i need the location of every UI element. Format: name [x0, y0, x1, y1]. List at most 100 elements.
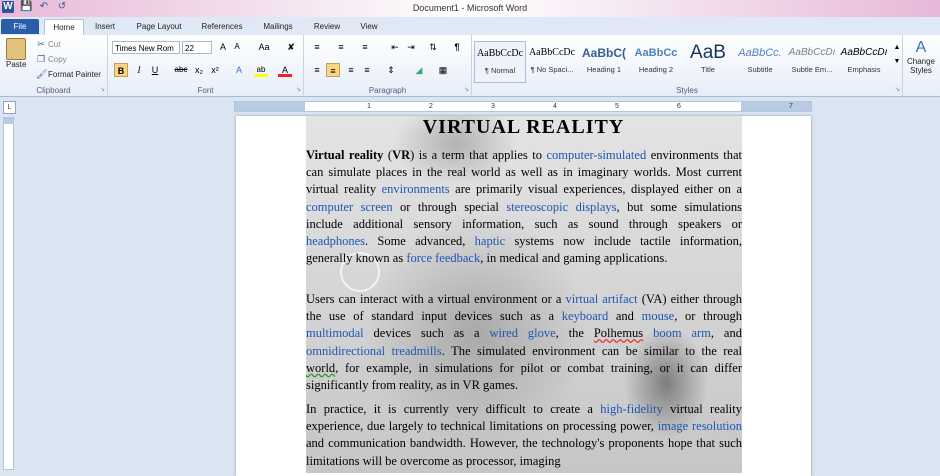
italic-button[interactable]: I: [132, 63, 146, 77]
align-right-icon[interactable]: ≡: [344, 63, 358, 77]
tab-selector[interactable]: L: [3, 101, 16, 114]
paste-label: Paste: [6, 60, 27, 69]
paragraph-launcher-icon[interactable]: ↘: [464, 86, 469, 93]
clipboard-group: Paste ✂ Cut ❐ Copy 🖌 Format Painter Clipboa…: [0, 35, 108, 96]
text-run: or through special: [392, 199, 507, 214]
text-run: devices such as a: [363, 326, 490, 341]
horizontal-ruler[interactable]: 1 2 3 4 5 6 7: [234, 101, 812, 112]
format-painter-label: Format Painter: [48, 69, 101, 79]
text-effects-button[interactable]: A: [232, 63, 246, 77]
paste-icon: [6, 38, 27, 60]
scroll-down-icon[interactable]: ▼: [890, 55, 904, 69]
align-center-icon[interactable]: ≡: [326, 63, 340, 77]
underline-button[interactable]: U: [148, 63, 162, 77]
show-marks-icon[interactable]: ¶: [450, 40, 464, 54]
style-name: Heading 2: [638, 65, 674, 74]
numbering-icon[interactable]: ≡: [334, 40, 348, 54]
hyperlink[interactable]: virtual artifact: [566, 292, 638, 306]
styles-group-label: Styles: [676, 86, 698, 95]
font-group: Times New Rom 22 A A Aa ✘ B I U abc x₂ x…: [108, 35, 304, 96]
justify-icon[interactable]: ≡: [360, 63, 374, 77]
hyperlink[interactable]: force feedback: [406, 251, 480, 265]
style-no-spacing[interactable]: AaBbCcDc ¶ No Spaci...: [526, 41, 578, 83]
bold-button[interactable]: B: [114, 63, 128, 77]
paste-button[interactable]: Paste: [6, 38, 26, 69]
top-margin-shade: [4, 118, 13, 124]
tab-file[interactable]: File: [1, 19, 39, 34]
grammar-flag[interactable]: world: [306, 361, 335, 375]
hyperlink[interactable]: stereoscopic displays: [506, 200, 616, 214]
hyperlink[interactable]: mouse: [642, 309, 675, 323]
styles-launcher-icon[interactable]: ↘: [895, 86, 900, 93]
hyperlink[interactable]: environments: [382, 182, 450, 196]
hyperlink[interactable]: computer-simulated: [546, 148, 646, 162]
style-emphasis[interactable]: AaBbCcDı Emphasis: [838, 41, 890, 83]
hyperlink[interactable]: computer screen: [306, 200, 393, 214]
decrease-indent-icon[interactable]: ⇤: [388, 40, 402, 54]
hyperlink[interactable]: high-fidelity: [600, 402, 663, 416]
text-run: , the: [555, 326, 594, 341]
document-page[interactable]: VIRTUAL REALITY Virtual reality (VR) is …: [236, 116, 811, 476]
tab-view[interactable]: View: [354, 19, 384, 34]
bullets-icon[interactable]: ≡: [310, 40, 324, 54]
change-styles-icon: A: [915, 39, 927, 56]
style-heading-1[interactable]: AaBbC( Heading 1: [578, 41, 630, 83]
tab-mailings[interactable]: Mailings: [255, 19, 301, 34]
font-size-combo[interactable]: 22: [182, 41, 212, 54]
shading-icon[interactable]: ◢: [412, 63, 426, 77]
hyperlink[interactable]: wired glove: [490, 326, 556, 340]
text-run: Users can interact with a virtual enviro…: [306, 292, 566, 306]
highlight-button[interactable]: ab: [254, 63, 268, 77]
borders-icon[interactable]: ▦: [436, 63, 450, 77]
window-title: Document1 - Microsoft Word: [412, 3, 528, 13]
shrink-font-button[interactable]: A: [230, 40, 244, 54]
change-case-button[interactable]: Aa: [254, 40, 274, 54]
hyperlink[interactable]: haptic: [475, 234, 506, 248]
format-painter-button[interactable]: 🖌 Format Painter: [36, 69, 101, 79]
superscript-button[interactable]: x²: [208, 63, 222, 77]
tab-review[interactable]: Review: [308, 19, 346, 34]
hyperlink[interactable]: image resolution: [658, 419, 742, 433]
cut-button[interactable]: ✂ Cut: [36, 39, 60, 49]
styles-group: AaBbCcDc ¶ Normal AaBbCcDc ¶ No Spaci...…: [472, 35, 903, 96]
subscript-button[interactable]: x₂: [192, 63, 206, 77]
grow-font-button[interactable]: A: [216, 40, 230, 54]
strikethrough-button[interactable]: abc: [172, 63, 190, 77]
line-spacing-icon[interactable]: ⇕: [384, 63, 398, 77]
tab-references[interactable]: References: [195, 19, 249, 34]
hyperlink[interactable]: boom arm: [653, 326, 711, 340]
font-launcher-icon[interactable]: ↘: [296, 86, 301, 93]
style-title[interactable]: AaB Title: [682, 41, 734, 83]
style-subtle-emphasis[interactable]: AaBbCcDı Subtle Em...: [786, 41, 838, 83]
font-color-button[interactable]: A: [278, 63, 292, 77]
hyperlink[interactable]: headphones: [306, 234, 365, 248]
sort-icon[interactable]: ⇅: [426, 40, 440, 54]
scroll-up-icon[interactable]: ▲: [890, 41, 904, 55]
hyperlink[interactable]: keyboard: [562, 309, 609, 323]
bold-term: Virtual reality: [306, 148, 384, 162]
font-name-combo[interactable]: Times New Rom: [112, 41, 180, 54]
spelling-error[interactable]: Polhemus: [594, 326, 643, 340]
ruler-number: 1: [367, 103, 371, 110]
style-normal[interactable]: AaBbCcDc ¶ Normal: [474, 41, 526, 83]
tab-insert[interactable]: Insert: [88, 19, 122, 34]
style-heading-2[interactable]: AaBbCc Heading 2: [630, 41, 682, 83]
clear-formatting-icon[interactable]: ✘: [284, 40, 298, 54]
change-styles-button[interactable]: A Change Styles: [904, 39, 938, 75]
multilevel-list-icon[interactable]: ≡: [358, 40, 372, 54]
style-preview: AaBbCc.: [738, 47, 782, 59]
copy-button[interactable]: ❐ Copy: [36, 54, 67, 64]
style-subtitle[interactable]: AaBbCc. Subtitle: [734, 41, 786, 83]
paragraph-1: Virtual reality (VR) is a term that appl…: [306, 148, 742, 266]
hyperlink[interactable]: omnidirectional treadmills: [306, 344, 442, 358]
paragraph-3: In practice, it is currently very diffic…: [306, 401, 742, 470]
paragraph-group: ≡ ≡ ≡ ⇤ ⇥ ⇅ ¶ ≡ ≡ ≡ ≡ ⇕ ◢ ▦ Paragraph ↘: [304, 35, 472, 96]
tab-home[interactable]: Home: [44, 19, 84, 35]
hyperlink[interactable]: multimodal: [306, 326, 364, 340]
vertical-ruler[interactable]: [3, 117, 14, 470]
align-left-icon[interactable]: ≡: [310, 63, 324, 77]
increase-indent-icon[interactable]: ⇥: [404, 40, 418, 54]
tab-page-layout[interactable]: Page Layout: [130, 19, 188, 34]
text-run: [643, 326, 653, 340]
clipboard-launcher-icon[interactable]: ↘: [100, 86, 105, 93]
